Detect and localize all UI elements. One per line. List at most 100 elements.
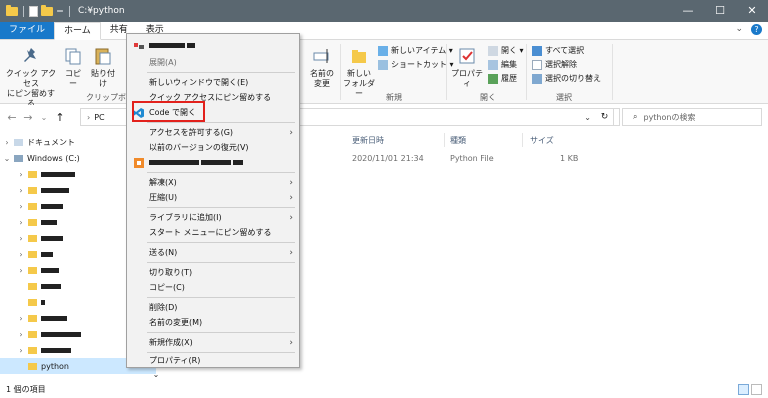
tab-home[interactable]: ホーム xyxy=(54,22,101,40)
menu-item-add-to-library[interactable]: ライブラリに追加(I) › xyxy=(129,210,297,225)
rename-button[interactable]: 名前の 変更 xyxy=(308,46,336,89)
up-icon[interactable]: ↑ xyxy=(52,111,68,124)
chevron-right-icon[interactable]: › xyxy=(14,346,28,355)
paste-button[interactable]: 貼り付け xyxy=(88,46,118,89)
file-size[interactable]: 1 KB xyxy=(560,154,578,163)
redacted-label xyxy=(41,251,53,257)
menu-item-restore-versions[interactable]: 以前のバージョンの復元(V) xyxy=(129,140,297,155)
tree-item-label: Windows (C:) xyxy=(27,153,80,163)
chevron-right-icon[interactable]: › xyxy=(14,330,28,339)
column-size[interactable]: サイズ xyxy=(530,135,554,146)
edit-button[interactable]: 編集 xyxy=(488,59,517,70)
help-icon[interactable]: ? xyxy=(751,24,762,35)
select-group-label: 選択 xyxy=(556,93,572,102)
new-folder-button[interactable]: 新しい フォルダー xyxy=(343,46,375,99)
pin-quick-access-button[interactable]: クイック アクセス にピン留めする xyxy=(4,46,58,109)
close-button[interactable]: ✕ xyxy=(736,0,768,22)
documents-icon xyxy=(14,138,23,146)
submenu-arrow-icon: › xyxy=(289,337,293,348)
menu-item-redacted[interactable] xyxy=(129,155,297,170)
menu-item-open-new-window[interactable]: 新しいウィンドウで開く(E) xyxy=(129,75,297,90)
folder-icon xyxy=(6,4,18,16)
folder-icon xyxy=(28,186,37,194)
app-icon xyxy=(134,43,144,49)
forward-icon[interactable]: → xyxy=(20,111,36,124)
folder-icon xyxy=(28,314,37,322)
menu-item-cut[interactable]: 切り取り(T) xyxy=(129,265,297,280)
new-folder-label: 新しい フォルダー xyxy=(343,69,375,98)
title-bar: ＝ C:¥python — ☐ ✕ xyxy=(0,0,768,22)
history-button[interactable]: 履歴 xyxy=(488,73,517,84)
search-input[interactable]: ⌕ pythonの検索 xyxy=(622,108,762,126)
file-modified[interactable]: 2020/11/01 21:34 xyxy=(352,154,424,163)
column-divider[interactable] xyxy=(444,133,445,147)
scroll-down-icon[interactable]: ⌄ xyxy=(150,370,162,379)
search-icon: ⌕ xyxy=(633,112,638,121)
menu-item-rename[interactable]: 名前の変更(M) xyxy=(129,315,297,330)
chevron-right-icon[interactable]: › xyxy=(14,266,28,275)
address-path-pc[interactable]: PC xyxy=(94,113,104,122)
pin-label: クイック アクセス にピン留めする xyxy=(5,69,57,108)
redacted-label xyxy=(149,160,199,165)
details-view-button[interactable] xyxy=(738,384,749,395)
minimize-button[interactable]: — xyxy=(672,0,704,22)
chevron-down-icon[interactable]: ⌄ xyxy=(735,24,743,35)
properties-label: プロパティ xyxy=(451,69,483,88)
new-item-button[interactable]: 新しいアイテム ▾ xyxy=(378,45,453,56)
window-title: C:¥python xyxy=(78,6,125,16)
menu-separator xyxy=(147,332,295,333)
folder-icon xyxy=(28,346,37,354)
select-all-button[interactable]: すべて選択 xyxy=(532,45,584,56)
menu-item-send-to[interactable]: 送る(N) › xyxy=(129,245,297,260)
menu-item-properties[interactable]: プロパティ(R) xyxy=(129,353,297,368)
chevron-right-icon[interactable]: › xyxy=(14,234,28,243)
open-button[interactable]: 開く ▾ xyxy=(488,45,524,56)
back-icon[interactable]: ← xyxy=(4,111,20,124)
maximize-button[interactable]: ☐ xyxy=(704,0,736,22)
large-icons-view-button[interactable] xyxy=(751,384,762,395)
redacted-label xyxy=(41,187,69,193)
menu-item-new[interactable]: 新規作成(X) › xyxy=(129,335,297,350)
select-none-button[interactable]: 選択解除 xyxy=(532,59,577,70)
copy-button[interactable]: コピー xyxy=(62,46,84,89)
menu-item-pin-start[interactable]: スタート メニューにピン留めする xyxy=(129,225,297,240)
column-type[interactable]: 種類 xyxy=(450,135,466,146)
customize-toolbar-icon[interactable]: ＝ xyxy=(56,6,64,17)
chevron-right-icon[interactable]: › xyxy=(14,218,28,227)
file-type[interactable]: Python File xyxy=(450,154,494,163)
menu-item-redacted[interactable] xyxy=(129,38,297,53)
redacted-label xyxy=(41,235,63,241)
menu-item-give-access[interactable]: アクセスを許可する(G) › xyxy=(129,125,297,140)
chevron-right-icon[interactable]: › xyxy=(14,250,28,259)
submenu-arrow-icon: › xyxy=(289,192,293,203)
invert-selection-button[interactable]: 選択の切り替え xyxy=(532,73,601,84)
new-item-icon xyxy=(378,45,388,56)
properties-icon[interactable] xyxy=(29,5,38,17)
folder-icon xyxy=(28,266,37,274)
redacted-label xyxy=(187,43,195,48)
chevron-right-icon[interactable]: › xyxy=(14,202,28,211)
menu-separator xyxy=(147,72,295,73)
column-divider[interactable] xyxy=(522,133,523,147)
menu-item-compress[interactable]: 圧縮(U) › xyxy=(129,190,297,205)
column-modified[interactable]: 更新日時 xyxy=(352,135,384,146)
new-folder-icon xyxy=(352,50,366,63)
properties-button[interactable]: プロパティ xyxy=(450,46,484,89)
menu-item-extract[interactable]: 解凍(X) › xyxy=(129,175,297,190)
address-dropdown-icon[interactable]: ⌄ xyxy=(584,113,591,122)
chevron-right-icon[interactable]: › xyxy=(0,138,14,147)
chevron-right-icon[interactable]: › xyxy=(14,314,28,323)
recent-locations-icon[interactable]: ⌄ xyxy=(36,113,52,122)
menu-item-delete[interactable]: 削除(D) xyxy=(129,300,297,315)
chevron-right-icon[interactable]: › xyxy=(14,186,28,195)
open-group-label: 開く xyxy=(480,93,496,102)
refresh-button[interactable]: ↻ xyxy=(596,108,614,126)
pin-icon xyxy=(24,48,36,62)
menu-item-copy[interactable]: コピー(C) xyxy=(129,280,297,295)
tab-file[interactable]: ファイル xyxy=(0,22,55,39)
new-folder-icon[interactable] xyxy=(41,4,53,16)
chevron-right-icon[interactable]: › xyxy=(14,170,28,179)
chevron-down-icon[interactable]: ⌄ xyxy=(0,154,14,163)
shortcut-button[interactable]: ショートカット ▾ xyxy=(378,59,454,70)
folder-icon xyxy=(28,298,37,306)
